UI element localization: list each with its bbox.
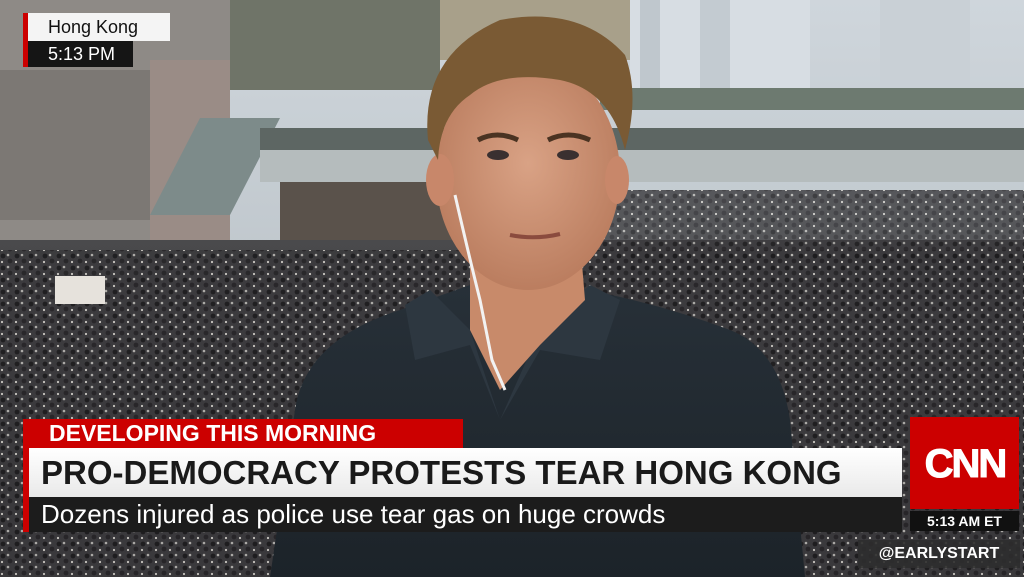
kicker-banner: DEVELOPING THIS MORNING xyxy=(23,419,463,448)
social-handle: @EARLYSTART xyxy=(858,540,1020,568)
subheadline: Dozens injured as police use tear gas on… xyxy=(23,497,902,532)
network-clock: 5:13 AM ET xyxy=(910,511,1019,531)
network-logo: CNN xyxy=(910,417,1019,509)
headline: PRO-DEMOCRACY PROTESTS TEAR HONG KONG xyxy=(23,448,902,497)
location-local-time: 5:13 PM xyxy=(23,41,133,67)
cnn-logo-icon: CNN xyxy=(924,442,1008,487)
location-city: Hong Kong xyxy=(23,13,170,41)
network-logo-text: CNN xyxy=(924,442,1005,486)
kicker-text: DEVELOPING THIS MORNING xyxy=(49,420,377,446)
